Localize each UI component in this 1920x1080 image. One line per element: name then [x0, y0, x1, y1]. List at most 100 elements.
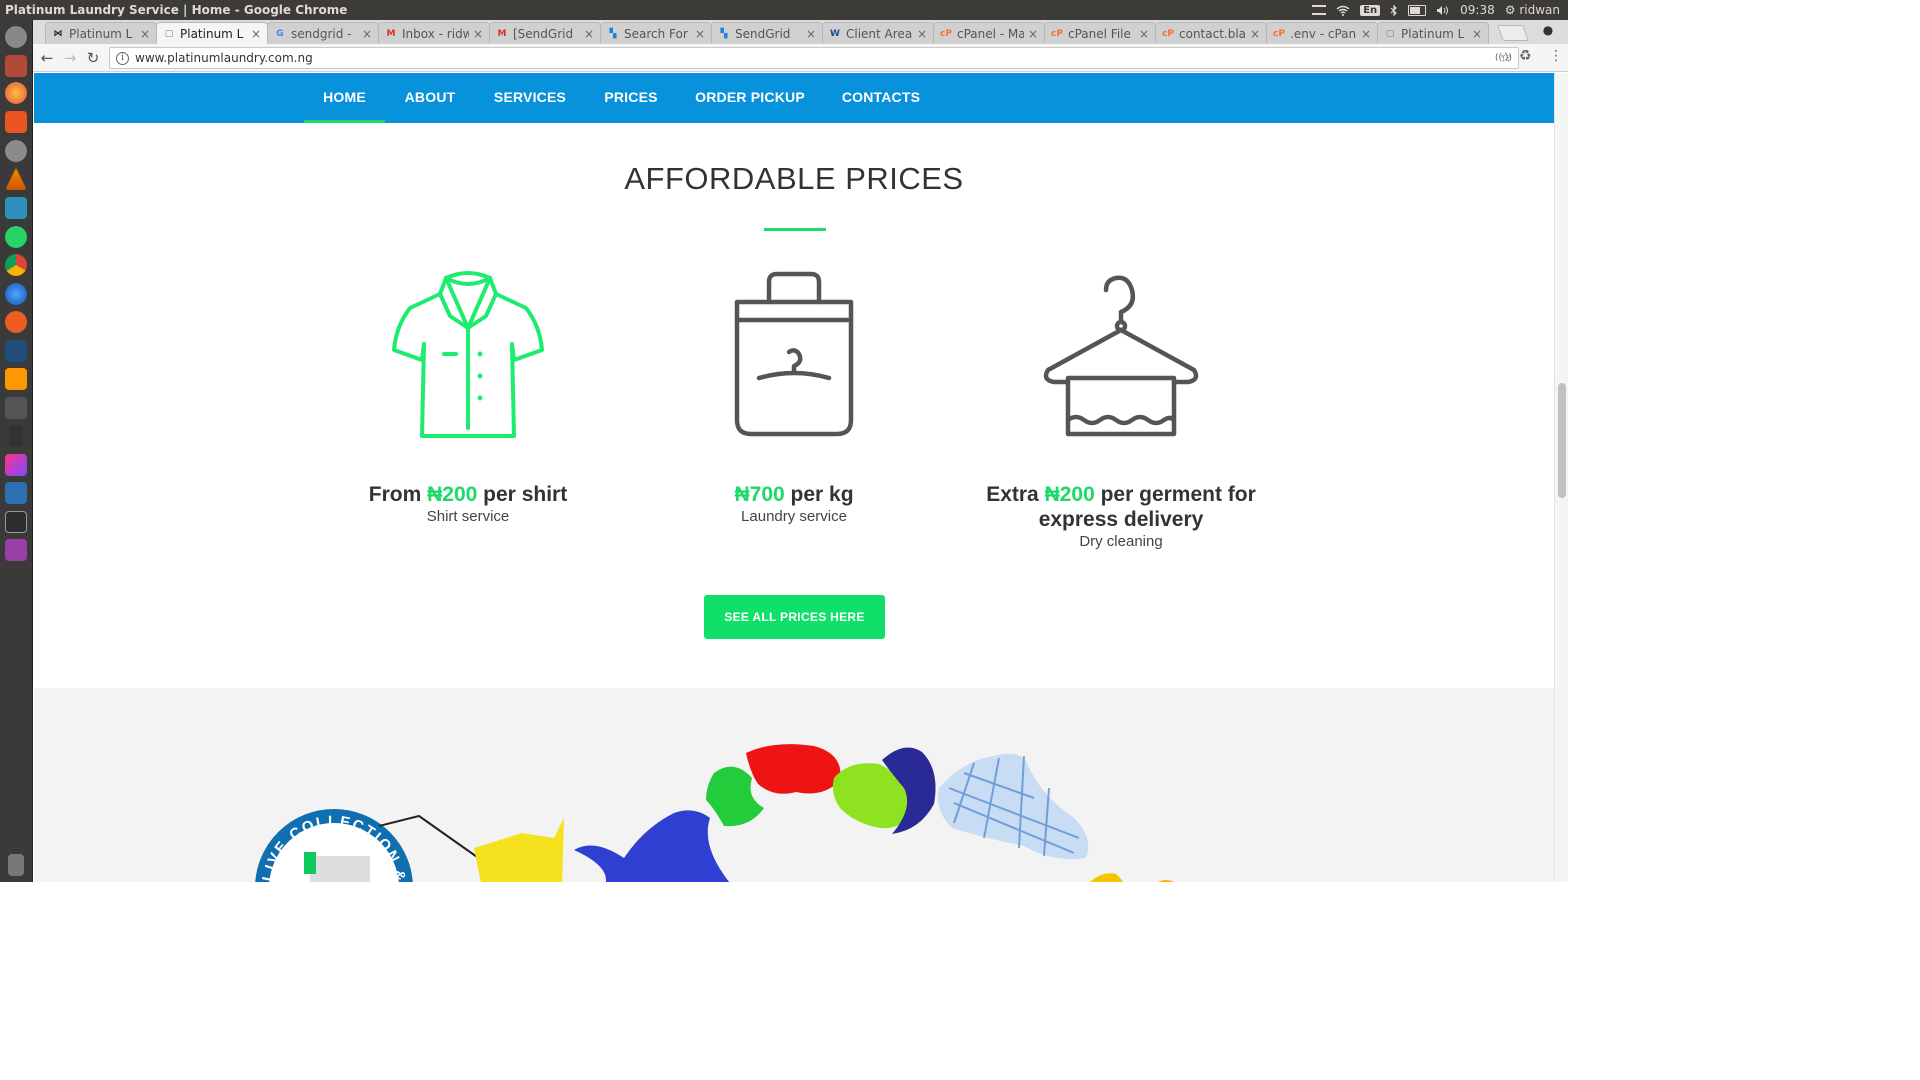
page-scrollbar[interactable] [1554, 73, 1568, 882]
sqlite-icon[interactable] [5, 197, 27, 219]
close-tab-icon[interactable]: × [1250, 27, 1260, 41]
gmail-icon: M [386, 28, 396, 39]
browser-tab[interactable]: ⋈ Platinum L × [45, 22, 157, 44]
cast-extension-icon[interactable]: ((·)) [1495, 53, 1512, 63]
menu-icon[interactable] [1312, 5, 1327, 15]
session-menu[interactable]: ⚙ ridwan [1505, 3, 1560, 17]
browser-tab[interactable]: ▚ Search For × [600, 22, 712, 44]
browser-tab[interactable]: cP cPanel - Ma × [933, 22, 1045, 44]
dash-icon[interactable] [5, 26, 27, 48]
close-tab-icon[interactable]: × [584, 27, 594, 41]
browser-tab[interactable]: Gsendgrid - × [267, 22, 379, 44]
volume-icon[interactable] [1436, 5, 1450, 16]
close-tab-icon[interactable]: × [806, 27, 816, 41]
close-tab-icon[interactable]: × [695, 27, 705, 41]
phone-icon[interactable] [9, 425, 23, 447]
tab-label: sendgrid - [291, 26, 352, 41]
forward-button[interactable]: → [60, 48, 80, 68]
price-amount: ₦700 [734, 483, 785, 506]
reload-button[interactable]: ↻ [83, 48, 103, 68]
cpanel-icon: cP [1051, 28, 1063, 39]
files-icon[interactable] [5, 55, 27, 77]
address-bar[interactable]: i www.platinumlaundry.com.ng ☆ [109, 47, 1519, 69]
firefox-dev-icon[interactable] [5, 283, 27, 305]
price-amount: ₦200 [427, 483, 478, 506]
chrome-menu-icon[interactable]: ⋮ [1549, 48, 1563, 64]
bluetooth-icon[interactable] [1390, 4, 1398, 16]
sublime-text-icon[interactable] [5, 368, 27, 390]
browser-tab[interactable]: cP contact.bla × [1155, 22, 1267, 44]
mask-icon: ⋈ [53, 28, 63, 39]
laundry-bag-icon [629, 268, 959, 448]
clock[interactable]: 09:38 [1460, 3, 1495, 17]
gmail-icon: M [497, 28, 507, 39]
nav-prices[interactable]: PRICES [597, 73, 665, 123]
service-name: Shirt service [426, 508, 510, 525]
close-tab-icon[interactable]: × [362, 27, 372, 41]
os-top-panel: Platinum Laundry Service | Home - Google… [0, 0, 1568, 20]
browser-tab[interactable]: cP .env - cPan × [1266, 22, 1378, 44]
url-text[interactable]: www.platinumlaundry.com.ng [135, 51, 1499, 65]
title-divider [764, 228, 826, 231]
whatsapp-icon[interactable] [5, 226, 27, 248]
price-headline: From ₦200 per shirt [303, 482, 633, 507]
software-center-icon[interactable] [5, 111, 27, 133]
image-viewer-icon[interactable] [5, 539, 27, 561]
close-tab-icon[interactable]: × [917, 27, 927, 41]
browser-tab[interactable]: M Inbox - ridw × [378, 22, 490, 44]
keyboard-layout-indicator[interactable]: En [1360, 4, 1381, 16]
browser-tab[interactable]: cP cPanel File × [1044, 22, 1156, 44]
scrollbar-thumb[interactable] [1558, 383, 1566, 498]
terminal-icon[interactable] [5, 511, 27, 533]
tab-label: Platinum L [180, 26, 244, 41]
close-tab-icon[interactable]: × [473, 27, 483, 41]
nav-contacts[interactable]: CONTACTS [834, 73, 928, 123]
profile-icon[interactable]: ● [1540, 23, 1556, 39]
close-tab-icon[interactable]: × [1361, 27, 1371, 41]
site-navbar: HOME ABOUT SERVICES PRICES ORDER PICKUP … [34, 73, 1554, 123]
browser-tab[interactable]: M [SendGrid × [489, 22, 601, 44]
doc-icon: ▢ [1385, 28, 1395, 39]
browser-tab[interactable]: ▢ Platinum L × [1377, 22, 1489, 44]
close-tab-icon[interactable]: × [140, 27, 150, 41]
nav-order-pickup[interactable]: ORDER PICKUP [687, 73, 813, 123]
browser-tab[interactable]: W Client Area × [822, 22, 934, 44]
close-tab-icon[interactable]: × [1472, 27, 1482, 41]
wifi-icon[interactable] [1336, 5, 1350, 16]
phpstorm-icon[interactable] [5, 454, 27, 476]
price-amount: ₦200 [1044, 483, 1095, 506]
browser-toolbar: ← → ↻ i www.platinumlaundry.com.ng ☆ ((·… [33, 44, 1568, 72]
close-tab-icon[interactable]: × [251, 27, 261, 41]
mysql-workbench-icon[interactable] [5, 340, 27, 362]
terminal-window-icon[interactable] [5, 397, 27, 419]
service-name: Dry cleaning [1079, 533, 1163, 550]
trash-icon[interactable] [8, 854, 24, 876]
battery-icon[interactable] [1408, 4, 1427, 16]
recycle-extension-icon[interactable]: ♻ [1519, 48, 1532, 64]
chrome-icon[interactable] [5, 254, 27, 276]
page-viewport: HOME ABOUT SERVICES PRICES ORDER PICKUP … [34, 73, 1554, 882]
firefox-icon[interactable] [5, 82, 27, 104]
tab-label: Platinum L [1401, 26, 1465, 41]
username: ridwan [1519, 3, 1560, 17]
new-tab-button[interactable] [1497, 25, 1529, 41]
close-tab-icon[interactable]: × [1028, 27, 1038, 41]
see-all-prices-button[interactable]: SEE ALL PRICES HERE [704, 595, 885, 639]
vlc-icon[interactable] [5, 168, 27, 190]
nav-about[interactable]: ABOUT [397, 73, 463, 123]
shirt-icon [303, 268, 633, 448]
browser-tab[interactable]: ▚ SendGrid × [711, 22, 823, 44]
flying-clothes-image: LIVE COLLECTION & [255, 744, 1174, 882]
vscode-icon[interactable] [5, 482, 27, 504]
price-headline: ₦700 per kg [629, 482, 959, 507]
close-tab-icon[interactable]: × [1139, 27, 1149, 41]
nav-home[interactable]: HOME [304, 73, 385, 123]
site-info-icon[interactable]: i [116, 51, 129, 65]
settings-icon[interactable] [5, 140, 27, 162]
nav-services[interactable]: SERVICES [486, 73, 574, 123]
postman-icon[interactable] [5, 311, 27, 333]
browser-tab[interactable]: ▢ Platinum L × [156, 22, 268, 44]
price-card-laundry: ₦700 per kg Laundry service [629, 268, 959, 525]
back-button[interactable]: ← [37, 48, 57, 68]
window-title: Platinum Laundry Service | Home - Google… [5, 3, 348, 17]
